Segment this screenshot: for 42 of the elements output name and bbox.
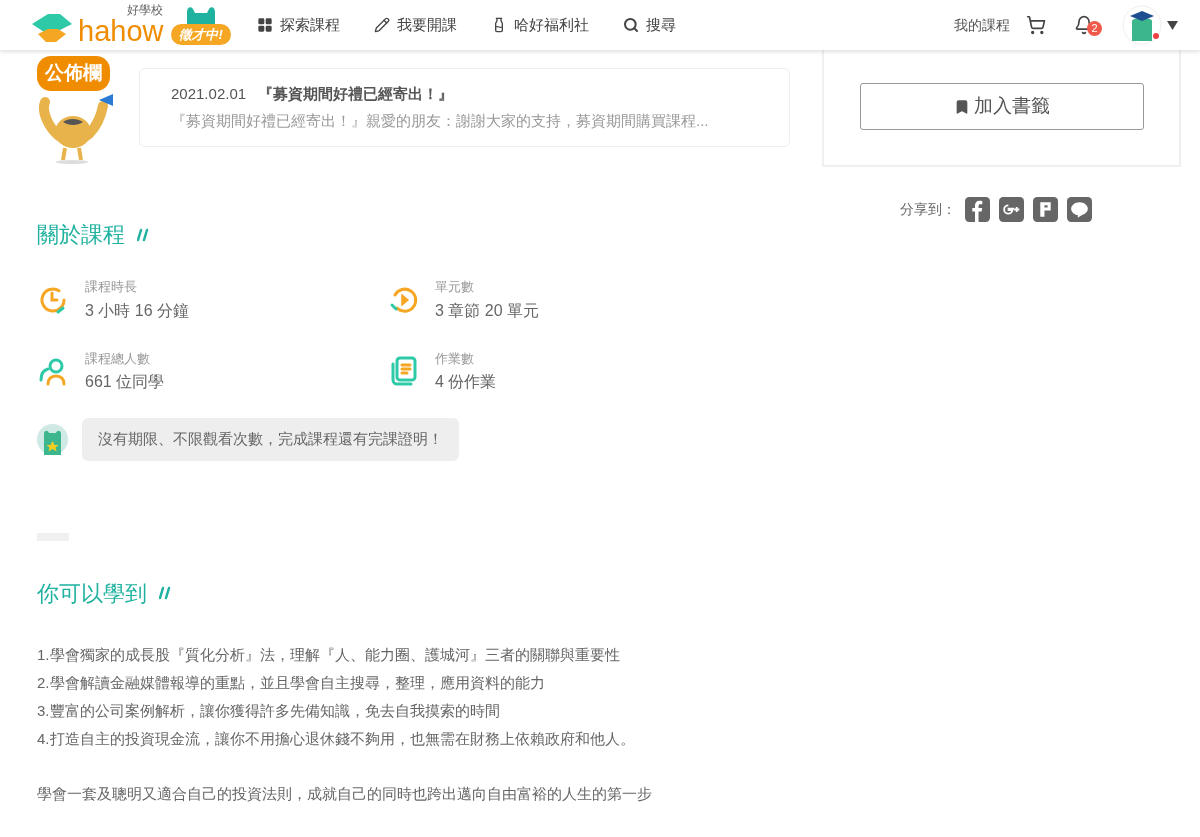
- slash-mark-icon: [159, 586, 171, 600]
- learning-point: 2.學會解讀金融媒體報導的重點，並且學會自主搜尋，整理，應用資料的能力: [37, 672, 546, 693]
- learning-point: 3.豐富的公司案例解析，讓你獲得許多先備知識，免去自我摸索的時間: [37, 700, 501, 721]
- section-heading: 關於課程: [37, 221, 125, 249]
- learning-point: 1.學會獨家的成長股『質化分析』法，理解『人、能力圈、護城河』三者的關聯與重要性: [37, 644, 621, 665]
- grid-icon: [256, 17, 273, 33]
- bulletin-title: 2021.02.01 『募資期間好禮已經寄出！』: [171, 84, 455, 104]
- logo-subtitle: 好學校: [127, 4, 164, 16]
- facebook-icon[interactable]: [964, 197, 990, 222]
- stat-label: 課程時長: [85, 278, 138, 296]
- course-summary: 學會一套及聰明又適合自己的投資法則，成就自己的同時也跨出邁向自由富裕的人生的第一步: [37, 783, 653, 804]
- stat-value: 661 位同學: [85, 372, 165, 392]
- learning-point: 4.打造自主的投資現金流，讓你不用擔心退休錢不夠用，也無需在財務上依賴政府和他人。: [37, 728, 636, 749]
- section-heading: 你可以學到: [37, 579, 147, 608]
- bulletin-badge: 公佈欄: [37, 56, 110, 91]
- slash-mark-icon: [137, 227, 149, 242]
- avatar-icon[interactable]: [1122, 5, 1162, 45]
- stat-value: 4 份作業: [435, 372, 497, 392]
- speech-bubble-icon[interactable]: [1066, 197, 1092, 222]
- mascot-avatar-icon: [37, 423, 68, 455]
- nav-link[interactable]: 探索課程: [256, 13, 340, 37]
- nav-link[interactable]: 我要開課: [373, 13, 457, 37]
- bulletin-card[interactable]: 2021.02.01 『募資期間好禮已經寄出！』 『募資期間好禮已經寄出！』親愛的朋友：謝謝大家的支持，募資期間購買課程...: [139, 68, 790, 147]
- course-note: 沒有期限、不限觀看次數，完成課程還有完課證明！: [82, 418, 459, 461]
- share-label: 分享到：: [899, 200, 956, 219]
- google-plus-icon[interactable]: [998, 197, 1024, 222]
- cart-icon[interactable]: [1026, 15, 1046, 35]
- stat-value: 3 小時 16 分鐘: [85, 300, 190, 321]
- stat-label: 單元數: [435, 278, 475, 296]
- stat-label: 課程總人數: [85, 349, 151, 368]
- stat-label: 作業數: [435, 349, 475, 368]
- bulletin-excerpt: 『募資期間好禮已經寄出！』親愛的朋友：謝謝大家的支持，募資期間購買課程...: [171, 110, 710, 131]
- stat-value: 3 章節 20 單元: [435, 300, 540, 321]
- bookmark-button[interactable]: 加入書籤: [859, 83, 1144, 130]
- notification-count: 2: [1087, 21, 1102, 36]
- my-courses-link[interactable]: 我的課程: [954, 14, 1010, 36]
- nav-link[interactable]: 哈好福利社: [490, 13, 589, 37]
- pencil-icon: [373, 17, 390, 33]
- dropdown-caret-icon[interactable]: [1167, 20, 1178, 30]
- nav-link[interactable]: 搜尋: [622, 13, 676, 37]
- search-icon: [622, 17, 639, 33]
- plurk-icon[interactable]: [1032, 197, 1058, 222]
